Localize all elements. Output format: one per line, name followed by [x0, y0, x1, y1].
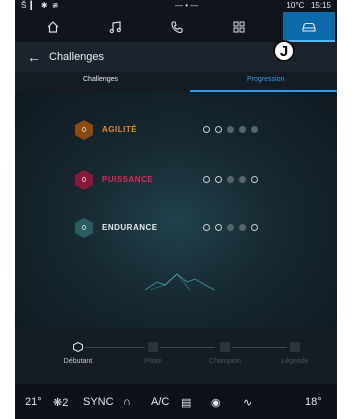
progress-dot — [251, 176, 258, 183]
level-hexagon-icon: 0 — [75, 170, 93, 190]
level-progress-bar: Débutant Pilote Champion Légende — [15, 328, 337, 384]
tab-challenges[interactable]: Challenges — [83, 76, 118, 83]
progress-dots — [203, 176, 258, 183]
level-marker — [148, 342, 158, 352]
level-hexagon-icon: 0 — [75, 218, 93, 238]
nav-apps-button[interactable] — [213, 12, 265, 42]
challenge-row-puissance[interactable]: 0 PUISSANCE — [75, 170, 295, 190]
fan-icon: ❋ — [53, 397, 63, 409]
nav-vehicle-button[interactable] — [283, 12, 335, 42]
level-connector — [232, 347, 287, 348]
rear-defrost-icon[interactable]: ▤ — [181, 396, 191, 409]
progress-dot — [215, 224, 222, 231]
page-title: Challenges — [49, 51, 105, 63]
seat-heat-icon[interactable]: ∿ — [243, 396, 252, 409]
callout-marker: J — [273, 40, 295, 62]
level-marker — [290, 342, 300, 352]
progress-dot — [239, 126, 246, 133]
passenger-temperature[interactable]: 18° — [305, 396, 322, 408]
challenge-row-endurance[interactable]: 0 ENDURANCE — [75, 218, 295, 238]
progress-dot — [239, 176, 246, 183]
nav-home-button[interactable] — [27, 12, 79, 42]
progress-dots — [203, 224, 258, 231]
nav-music-button[interactable] — [89, 12, 141, 42]
progress-dot — [203, 176, 210, 183]
outside-temperature: 10°C — [286, 1, 305, 10]
tab-progression[interactable]: Progression — [247, 76, 284, 83]
progress-dot — [227, 224, 234, 231]
progress-dot — [227, 126, 234, 133]
progress-dots — [203, 126, 258, 133]
climate-bar: 21° ❋2 SYNC ∩ A/C ▤ ◉ ∿ 18° — [15, 384, 337, 419]
progress-dot — [227, 176, 234, 183]
back-arrow-icon[interactable]: ← — [27, 49, 41, 65]
progress-dot — [203, 224, 210, 231]
top-navigation — [15, 12, 337, 42]
challenge-label: PUISSANCE — [102, 175, 154, 184]
level-champion: Champion — [209, 358, 241, 365]
apps-icon — [233, 21, 245, 33]
steering-wheel-heat-icon[interactable]: ◉ — [211, 396, 221, 409]
level-legende: Légende — [281, 358, 309, 365]
level-connector — [160, 347, 215, 348]
car-icon — [302, 22, 316, 32]
challenge-label: ENDURANCE — [102, 223, 158, 232]
driver-temperature[interactable]: 21° — [25, 396, 42, 408]
ac-button[interactable]: A/C — [151, 396, 169, 408]
status-right: 10°C 15:15 — [286, 1, 331, 10]
challenge-label: AGILITÉ — [102, 125, 138, 134]
sync-button[interactable]: SYNC — [83, 396, 114, 408]
music-icon — [109, 21, 121, 34]
progress-dot — [215, 176, 222, 183]
clock: 15:15 — [310, 1, 331, 10]
nav-phone-button[interactable] — [151, 12, 203, 42]
fan-speed-control[interactable]: ❋2 — [53, 396, 68, 409]
infotainment-screen: Š ▎ ✱ ≇ — • — 10°C 15:15 ← Challenges J … — [15, 0, 337, 419]
progress-dot — [251, 126, 258, 133]
tab-bar: Challenges Progression — [15, 72, 337, 92]
challenge-row-agilite[interactable]: 0 AGILITÉ — [75, 120, 295, 140]
level-debutant: Débutant — [63, 358, 93, 365]
home-icon — [47, 21, 59, 33]
progress-dot — [203, 126, 210, 133]
status-bar: Š ▎ ✱ ≇ — • — 10°C 15:15 — [15, 0, 337, 12]
status-center: — • — — [175, 1, 199, 10]
progress-dot — [239, 224, 246, 231]
mountain-illustration — [145, 273, 215, 291]
level-marker — [220, 342, 230, 352]
current-level-hexagon-icon — [73, 342, 83, 352]
phone-icon — [171, 21, 183, 34]
status-icons: Š ▎ ✱ ≇ — [21, 1, 60, 10]
level-hexagon-icon: 0 — [75, 120, 93, 140]
windshield-defrost-icon[interactable]: ∩ — [123, 396, 131, 408]
progress-dot — [215, 126, 222, 133]
level-connector — [85, 347, 145, 348]
progress-dot — [251, 224, 258, 231]
progression-panel: 0 AGILITÉ 0 PUISSANCE 0 ENDURANCE — [15, 92, 337, 328]
level-pilote: Pilote — [144, 358, 162, 365]
